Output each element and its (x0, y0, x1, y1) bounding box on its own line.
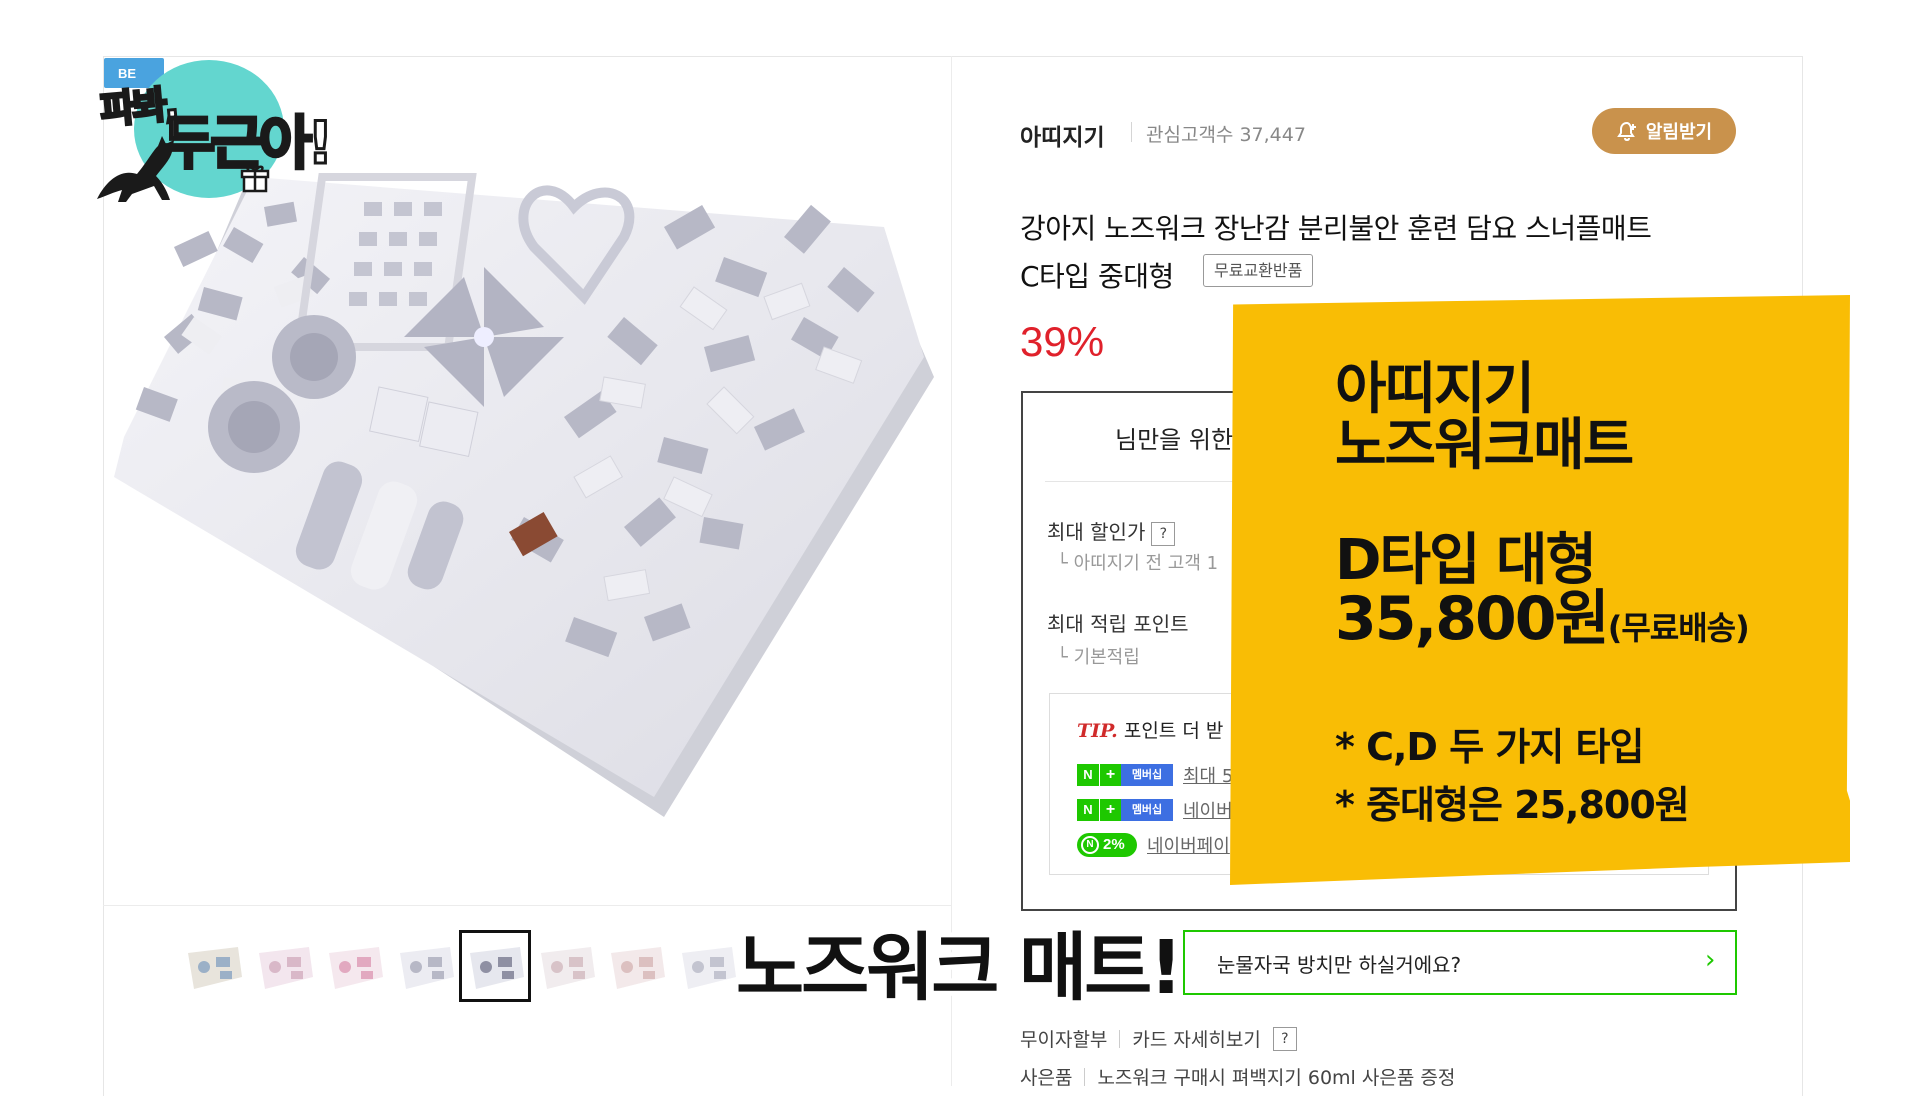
product-thumbnail[interactable] (532, 933, 599, 999)
card-help-icon[interactable]: ? (1272, 1026, 1297, 1051)
plus-icon: + (1099, 799, 1121, 821)
naver-membership-badge: N + 멤버십 (1077, 799, 1173, 821)
naver-membership-badge: N + 멤버십 (1077, 764, 1173, 786)
sticky-type: D타입 대형 (1335, 528, 1597, 593)
chevron-right-icon[interactable]: › (1705, 945, 1715, 975)
sticky-price-line: 35,800원(무료배송) (1335, 589, 1750, 649)
product-thumbnail[interactable] (603, 933, 669, 999)
gift-text: 노즈워크 구매시 펴백지기 60ml 사은품 증정 (1097, 1067, 1456, 1089)
tip-line: TIP. 포인트 더 받 (1077, 716, 1223, 743)
sticky-price-note: (무료배송) (1607, 609, 1750, 647)
gift-label: 사은품 (1020, 1067, 1073, 1089)
max-points-label: 최대 적립 포인트 (1047, 612, 1189, 636)
max-discount-help-icon[interactable]: ? (1151, 521, 1176, 546)
npay-percent-value: 2% (1103, 836, 1125, 853)
max-discount-label: 최대 할인가? (1047, 516, 1176, 546)
discount-rate: 39% (1020, 318, 1105, 365)
free-return-badge: 무료교환반품 (1203, 254, 1314, 287)
interest-count: 관심고객수 37,447 (1146, 124, 1306, 146)
store-separator (1131, 122, 1132, 142)
separator (1119, 1029, 1121, 1048)
sticky-product: 노즈워크매트 (1335, 413, 1634, 478)
promo-banner-text: 눈물자국 방치만 하실거에요? (1217, 953, 1462, 977)
tip-text: 포인트 더 받 (1123, 720, 1224, 742)
membership-label: 멤버십 (1121, 764, 1173, 786)
npay-row-2-text[interactable]: 네이버 (1183, 797, 1233, 823)
video-caption: 노즈워크 매트! (731, 920, 1188, 1016)
image-divider (103, 905, 951, 906)
npay-membership-row-1[interactable]: N + 멤버십 최대 5 (1077, 762, 1233, 788)
max-discount-sub-text: 아띠지기 전 고객 1 (1073, 553, 1219, 574)
sticky-bullet-2: * 중대형은 25,800원 (1335, 783, 1690, 827)
alert-subscribe-button[interactable]: 알림받기 (1592, 108, 1736, 154)
screen: BE 파봐, 두근아! 아띠지기 관심고객수 37,447 알림받기 강아지 노… (0, 0, 1920, 1096)
naver-n-icon: N (1077, 764, 1099, 786)
channel-logo: BE 파봐, 두근아! (92, 54, 362, 204)
product-thumbnail[interactable] (673, 933, 740, 999)
naver-n-icon: N (1077, 799, 1099, 821)
product-title-line1: 강아지 노즈워크 장난감 분리불안 훈련 담요 스너플매트 (1020, 212, 1652, 245)
sticky-price: 35,800원 (1335, 584, 1610, 654)
plus-icon: + (1099, 764, 1121, 786)
alert-label: 알림받기 (1645, 122, 1713, 143)
max-points-sub-text: 기본적립 (1073, 647, 1140, 668)
tip-label: TIP. (1077, 720, 1118, 742)
store-name[interactable]: 아띠지기 (1020, 118, 1105, 152)
gift-icon (240, 165, 270, 193)
installment-row: 무이자할부 카드 자세히보기 ? (1020, 1025, 1297, 1052)
gift-row: 사은품 노즈워크 구매시 펴백지기 60ml 사은품 증정 (1020, 1063, 1455, 1090)
product-thumbnail[interactable] (250, 933, 317, 999)
product-title: 강아지 노즈워크 장난감 분리불안 훈련 담요 스너플매트 C타입 중대형 (1020, 205, 1740, 301)
separator (1084, 1067, 1086, 1086)
npay-percent-text[interactable]: 네이버페이 (1147, 832, 1230, 858)
product-thumbnail[interactable] (321, 933, 387, 999)
sticky-bullet-1: * C,D 두 가지 타입 (1335, 725, 1644, 769)
sticky-brand: 아띠지기 (1335, 357, 1535, 422)
installment-label: 무이자할부 (1020, 1029, 1108, 1051)
npay-membership-row-2[interactable]: N + 멤버십 네이버 (1077, 797, 1233, 823)
cat-silhouette-icon (97, 136, 174, 202)
max-points-sub: └ 기본적립 (1057, 647, 1140, 668)
npay-row-1-text[interactable]: 최대 5 (1183, 762, 1233, 788)
max-discount-sub: └ 아띠지기 전 고객 1 (1057, 553, 1219, 574)
product-title-line2: C타입 중대형 (1020, 260, 1174, 293)
npay-percent-row[interactable]: N 2% 네이버페이 (1077, 832, 1230, 858)
bell-plus-icon (1617, 121, 1636, 142)
npay-percent-badge: N 2% (1077, 833, 1137, 857)
membership-label: 멤버십 (1121, 799, 1173, 821)
naver-n-circle-icon: N (1081, 836, 1099, 854)
card-detail-link[interactable]: 카드 자세히보기 (1132, 1025, 1260, 1052)
max-discount-text: 최대 할인가 (1047, 520, 1146, 544)
benefit-title: 님만을 위한 (1115, 426, 1234, 454)
product-thumbnail[interactable] (391, 933, 458, 999)
product-thumbnail[interactable] (459, 930, 531, 1002)
product-thumbnail[interactable] (180, 933, 246, 999)
